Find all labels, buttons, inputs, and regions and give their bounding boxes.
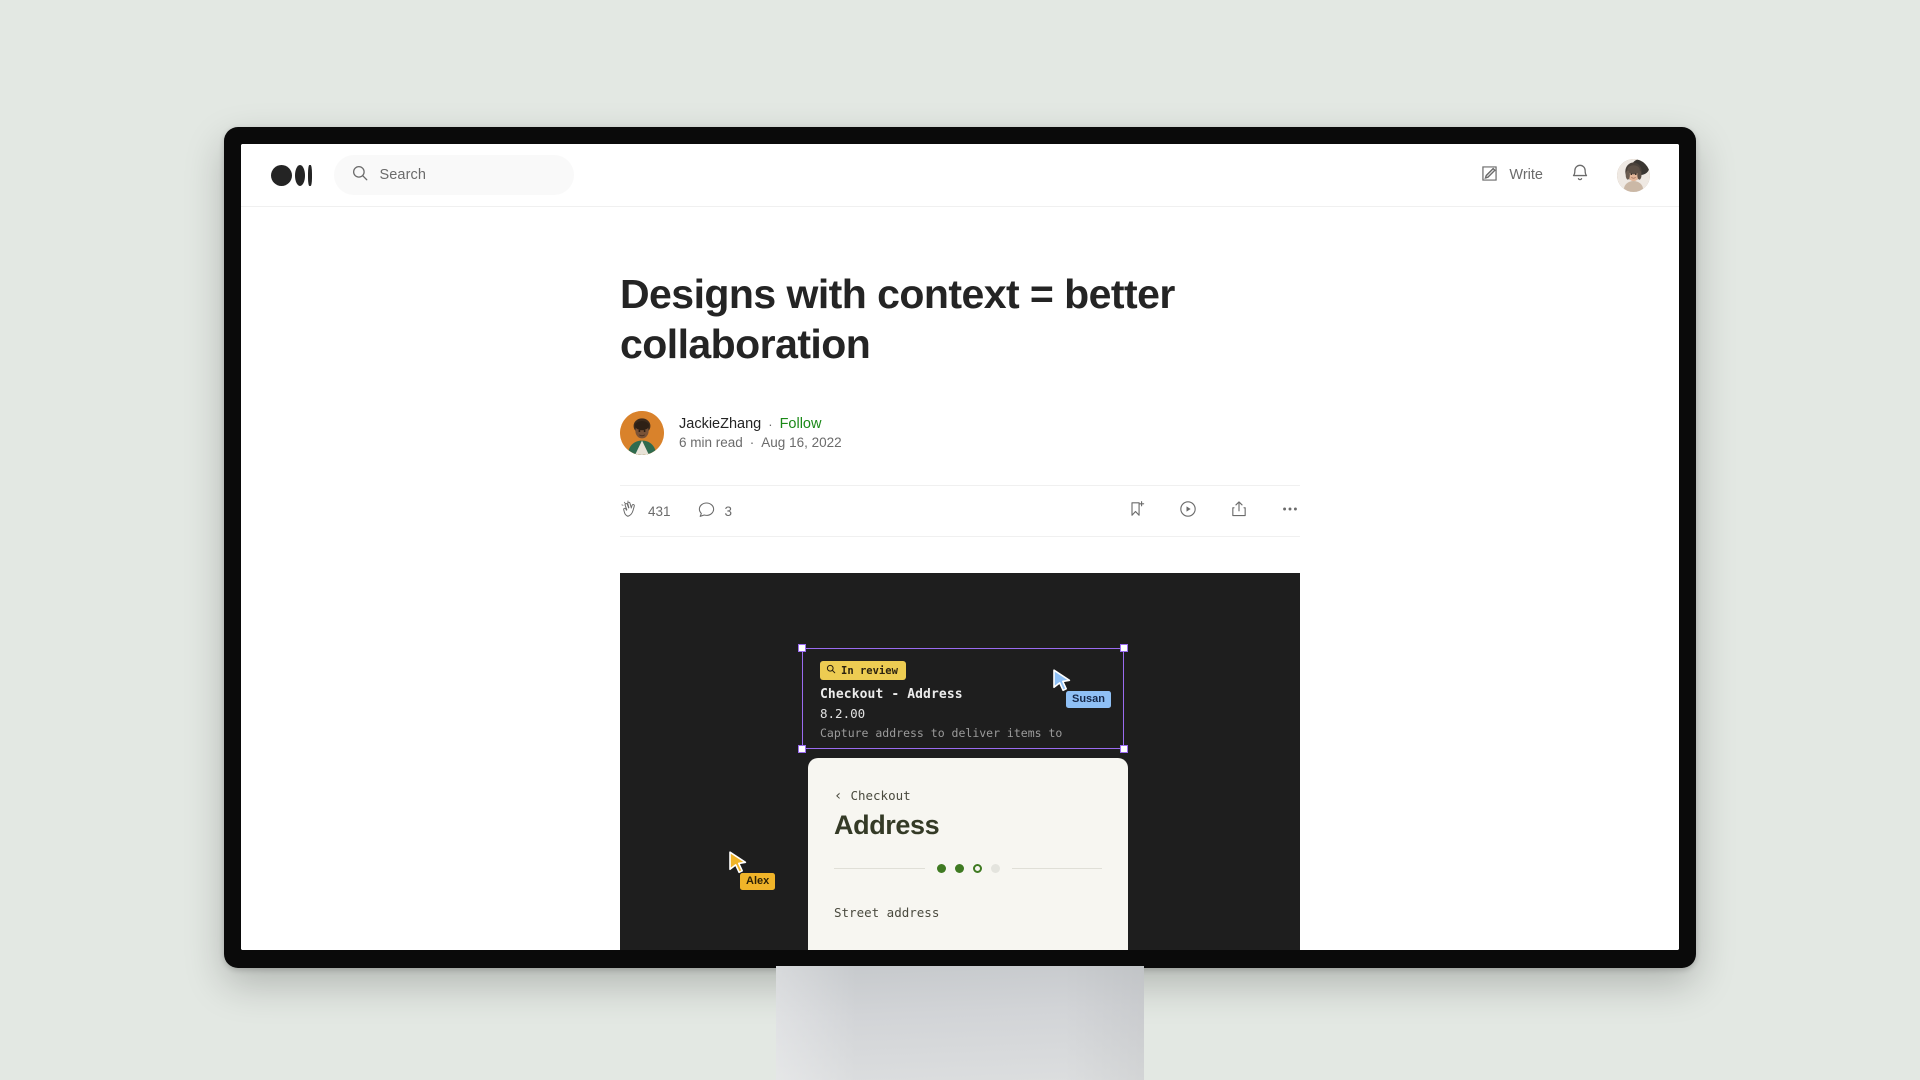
progress-dots [925, 863, 1012, 873]
resize-handle-top-right[interactable] [1119, 644, 1128, 653]
bell-icon [1569, 162, 1591, 189]
review-magnifier-icon [826, 664, 836, 677]
page-title: Designs with context = better collaborat… [620, 271, 1175, 368]
byline-separator-1: · [768, 416, 773, 432]
more-options-button[interactable] [1280, 499, 1300, 524]
logo-ellipse-medium [295, 164, 305, 186]
figma-layer-info: In review Checkout - Address 8.2.00 Capt… [820, 659, 1062, 740]
chevron-left-icon: ‹ [834, 787, 843, 804]
cursor-label-alex: Alex [740, 873, 776, 891]
article-scroll-area[interactable]: Designs with context = better collaborat… [241, 207, 1679, 950]
byline-author-row: JackieZhang · Follow [679, 416, 842, 432]
resize-handle-top-left[interactable] [798, 644, 807, 653]
write-button[interactable]: Write [1479, 163, 1543, 188]
clap-count: 431 [648, 503, 671, 519]
status-badge: In review [820, 661, 906, 681]
byline: JackieZhang · Follow 6 min read · Aug 16… [620, 411, 1300, 456]
article-body: Designs with context = better collaborat… [620, 207, 1300, 950]
author-avatar[interactable] [620, 411, 664, 456]
progress-dot-2-complete [954, 863, 964, 873]
share-icon [1229, 499, 1249, 524]
street-address-label: Street address [834, 905, 940, 921]
search-placeholder: Search [379, 167, 427, 183]
header-actions: Write [1479, 158, 1650, 192]
status-badge-label: In review [841, 664, 898, 677]
pencil-square-icon [1479, 163, 1500, 188]
search-input[interactable]: Search [333, 155, 574, 195]
monitor-screen: Search Write Designs with context = bett… [241, 144, 1679, 950]
search-icon [351, 164, 369, 187]
checkout-card: ‹ Checkout Address Street address [808, 758, 1128, 950]
listen-button[interactable] [1178, 499, 1198, 524]
read-time: 6 min read [679, 435, 743, 451]
comment-button[interactable]: 3 [697, 500, 733, 522]
checkout-step-title: Address [834, 810, 940, 841]
logo-circle-large [271, 164, 292, 186]
figma-version: 8.2.00 [820, 706, 866, 722]
author-name[interactable]: JackieZhang [679, 416, 761, 432]
figma-description: Capture address to deliver items to [820, 726, 1063, 741]
site-header: Search Write [241, 144, 1679, 207]
monitor-stand-neck [776, 966, 1144, 1080]
comment-icon [697, 500, 716, 522]
write-label: Write [1509, 167, 1543, 183]
monitor: Search Write Designs with context = bett… [0, 0, 1920, 1080]
share-button[interactable] [1229, 499, 1249, 524]
cursor-pointer-icon [729, 851, 747, 874]
clap-button[interactable]: 431 [620, 500, 671, 522]
progress-dot-3-current [972, 863, 982, 873]
medium-logo[interactable] [271, 164, 312, 186]
byline-meta-row: 6 min read · Aug 16, 2022 [679, 435, 842, 450]
progress-line-left [834, 867, 925, 869]
publish-date: Aug 16, 2022 [761, 435, 842, 451]
progress-dot-4-upcoming [990, 863, 1000, 873]
follow-button[interactable]: Follow [780, 416, 822, 432]
article-action-bar: 431 3 [620, 485, 1300, 538]
avatar[interactable] [1617, 158, 1650, 192]
notifications-button[interactable] [1569, 162, 1591, 189]
more-horizontal-icon [1280, 499, 1300, 524]
byline-separator-2: · [749, 435, 755, 451]
byline-text: JackieZhang · Follow 6 min read · Aug 16… [679, 416, 842, 450]
resize-handle-bottom-left[interactable] [798, 744, 807, 753]
bookmark-add-icon [1127, 499, 1147, 524]
article-figure: In review Checkout - Address 8.2.00 Capt… [620, 573, 1300, 950]
back-label: Checkout [850, 788, 911, 804]
checkout-progress [834, 863, 1102, 873]
progress-line-right [1011, 867, 1102, 869]
bookmark-add-button[interactable] [1127, 499, 1147, 524]
back-to-checkout-link[interactable]: ‹ Checkout [834, 788, 1102, 803]
comment-count: 3 [724, 503, 733, 519]
author-avatar-image [620, 411, 664, 456]
avatar-image [1617, 158, 1650, 192]
action-bar-left: 431 3 [620, 500, 732, 522]
monitor-bezel: Search Write Designs with context = bett… [224, 127, 1696, 968]
logo-bar-small [308, 164, 312, 186]
action-bar-right [1127, 499, 1300, 524]
progress-dot-1-complete [936, 863, 946, 873]
figma-frame-name: Checkout - Address [820, 687, 963, 703]
play-circle-icon [1178, 499, 1198, 524]
clap-icon [620, 500, 639, 522]
resize-handle-bottom-right[interactable] [1119, 744, 1128, 753]
